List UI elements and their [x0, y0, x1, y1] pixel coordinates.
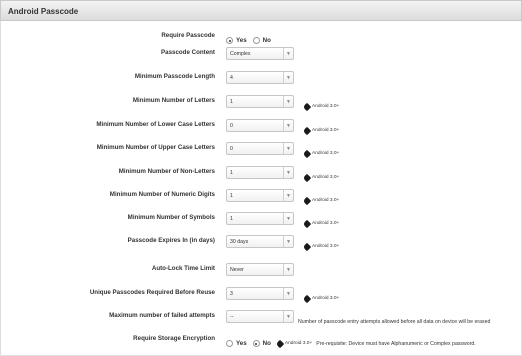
- require-passcode-no-radio[interactable]: [252, 37, 260, 45]
- chevron-down-icon: ▼: [283, 311, 293, 322]
- android-version-tag: Android 3.0+: [312, 151, 340, 157]
- encryption-note: Pre-requisite: Device must have Alphanum…: [316, 340, 476, 347]
- tag-icon: [302, 173, 312, 183]
- passcode-content-value: Complex: [230, 51, 251, 57]
- require-passcode-no-label: No: [262, 37, 271, 45]
- chevron-down-icon: ▼: [283, 48, 293, 59]
- chevron-down-icon: ▼: [283, 72, 293, 83]
- min-nonletters-value: 1: [230, 170, 233, 176]
- row-min-nonletters: Minimum Number of Non-Letters 1 ▼ Androi…: [0, 166, 522, 183]
- min-lower-select[interactable]: 0 ▼: [226, 119, 294, 132]
- row-unique: Unique Passcodes Required Before Reuse 3…: [0, 287, 522, 304]
- tag-icon: [302, 126, 312, 136]
- row-require-passcode: Require Passcode Yes No: [0, 30, 522, 45]
- tag-icon: [275, 339, 285, 349]
- row-failed: Maximum number of failed attempts -- ▼ N…: [0, 310, 522, 325]
- min-letters-label: Minimum Number of Letters: [132, 97, 215, 104]
- expires-label: Passcode Expires In (in days): [127, 237, 215, 244]
- android-version-tag: Android 3.0+: [312, 221, 340, 227]
- passcode-content-select[interactable]: Complex ▼: [226, 47, 294, 60]
- require-passcode-yes-radio[interactable]: [226, 37, 233, 45]
- min-numeric-select[interactable]: 1 ▼: [226, 189, 294, 202]
- row-min-numeric: Minimum Number of Numeric Digits 1 ▼ And…: [0, 189, 522, 206]
- row-expires: Passcode Expires In (in days) 30 days ▼ …: [0, 235, 522, 252]
- min-letters-select[interactable]: 1 ▼: [226, 95, 294, 108]
- tag-icon: [302, 219, 312, 229]
- chevron-down-icon: ▼: [283, 213, 293, 224]
- min-lower-value: 0: [230, 123, 233, 129]
- min-numeric-value: 1: [230, 193, 233, 199]
- chevron-down-icon: ▼: [283, 143, 293, 154]
- row-min-symbols: Minimum Number of Symbols 1 ▼ Android 3.…: [0, 212, 522, 229]
- android-version-tag: Android 3.0+: [284, 341, 313, 347]
- chevron-down-icon: ▼: [283, 264, 293, 275]
- passcode-content-label: Passcode Content: [161, 49, 215, 56]
- require-passcode-label: Require Passcode: [161, 32, 215, 39]
- unique-value: 3: [230, 291, 233, 297]
- encryption-no-label: No: [262, 340, 271, 348]
- autolock-label: Auto-Lock Time Limit: [151, 265, 215, 272]
- row-min-letters: Minimum Number of Letters 1 ▼ Android 3.…: [0, 95, 522, 112]
- failed-select[interactable]: -- ▼: [226, 310, 294, 323]
- min-length-value: 4: [230, 75, 233, 81]
- android-version-tag: Android 3.0+: [312, 128, 340, 134]
- tag-icon: [302, 149, 312, 159]
- panel-title: Android Passcode: [0, 0, 522, 21]
- chevron-down-icon: ▼: [283, 190, 293, 201]
- tag-icon: [302, 294, 312, 304]
- chevron-down-icon: ▼: [283, 120, 293, 131]
- tag-icon: [302, 242, 312, 252]
- tag-icon: [302, 196, 312, 206]
- min-upper-select[interactable]: 0 ▼: [226, 142, 294, 155]
- row-passcode-content: Passcode Content Complex ▼: [0, 47, 522, 61]
- chevron-down-icon: ▼: [283, 96, 293, 107]
- android-version-tag: Android 3.0+: [312, 175, 340, 181]
- min-symbols-select[interactable]: 1 ▼: [226, 212, 294, 225]
- expires-select[interactable]: 30 days ▼: [226, 235, 294, 248]
- min-upper-value: 0: [230, 146, 233, 152]
- unique-select[interactable]: 3 ▼: [226, 287, 294, 300]
- autolock-select[interactable]: Never ▼: [226, 263, 294, 276]
- autolock-value: Never: [230, 267, 244, 273]
- min-symbols-value: 1: [230, 216, 233, 222]
- encryption-no-radio[interactable]: [252, 340, 260, 348]
- android-version-tag: Android 3.0+: [312, 104, 340, 110]
- min-nonletters-label: Minimum Number of Non-Letters: [118, 168, 215, 175]
- encryption-yes-label: Yes: [236, 340, 247, 348]
- min-lower-label: Minimum Number of Lower Case Letters: [96, 121, 215, 128]
- min-letters-value: 1: [230, 99, 233, 105]
- row-min-lower: Minimum Number of Lower Case Letters 0 ▼…: [0, 119, 522, 136]
- row-encryption: Require Storage Encryption Yes No Android …: [0, 333, 522, 349]
- min-length-label: Minimum Passcode Length: [134, 73, 215, 80]
- tag-icon: [302, 102, 312, 112]
- min-symbols-label: Minimum Number of Symbols: [127, 214, 215, 221]
- android-version-tag: Android 3.0+: [312, 296, 340, 302]
- min-nonletters-select[interactable]: 1 ▼: [226, 166, 294, 179]
- unique-label: Unique Passcodes Required Before Reuse: [89, 289, 215, 296]
- failed-value: --: [230, 314, 234, 320]
- android-version-tag: Android 3.0+: [312, 198, 340, 204]
- failed-label: Maximum number of failed attempts: [109, 312, 215, 319]
- failed-note: Number of passcode entry attempts allowe…: [298, 318, 491, 325]
- expires-value: 30 days: [230, 239, 249, 245]
- chevron-down-icon: ▼: [283, 288, 293, 299]
- min-upper-label: Minimum Number of Upper Case Letters: [96, 144, 215, 151]
- row-min-length: Minimum Passcode Length 4 ▼: [0, 71, 522, 85]
- require-passcode-yes-label: Yes: [236, 37, 247, 45]
- android-version-tag: Android 3.0+: [312, 244, 340, 250]
- min-length-select[interactable]: 4 ▼: [226, 71, 294, 84]
- min-numeric-label: Minimum Number of Numeric Digits: [109, 191, 215, 198]
- chevron-down-icon: ▼: [283, 167, 293, 178]
- encryption-yes-radio[interactable]: [226, 340, 233, 348]
- encryption-label: Require Storage Encryption: [133, 335, 215, 342]
- row-min-upper: Minimum Number of Upper Case Letters 0 ▼…: [0, 142, 522, 159]
- chevron-down-icon: ▼: [283, 236, 293, 247]
- row-autolock: Auto-Lock Time Limit Never ▼: [0, 263, 522, 277]
